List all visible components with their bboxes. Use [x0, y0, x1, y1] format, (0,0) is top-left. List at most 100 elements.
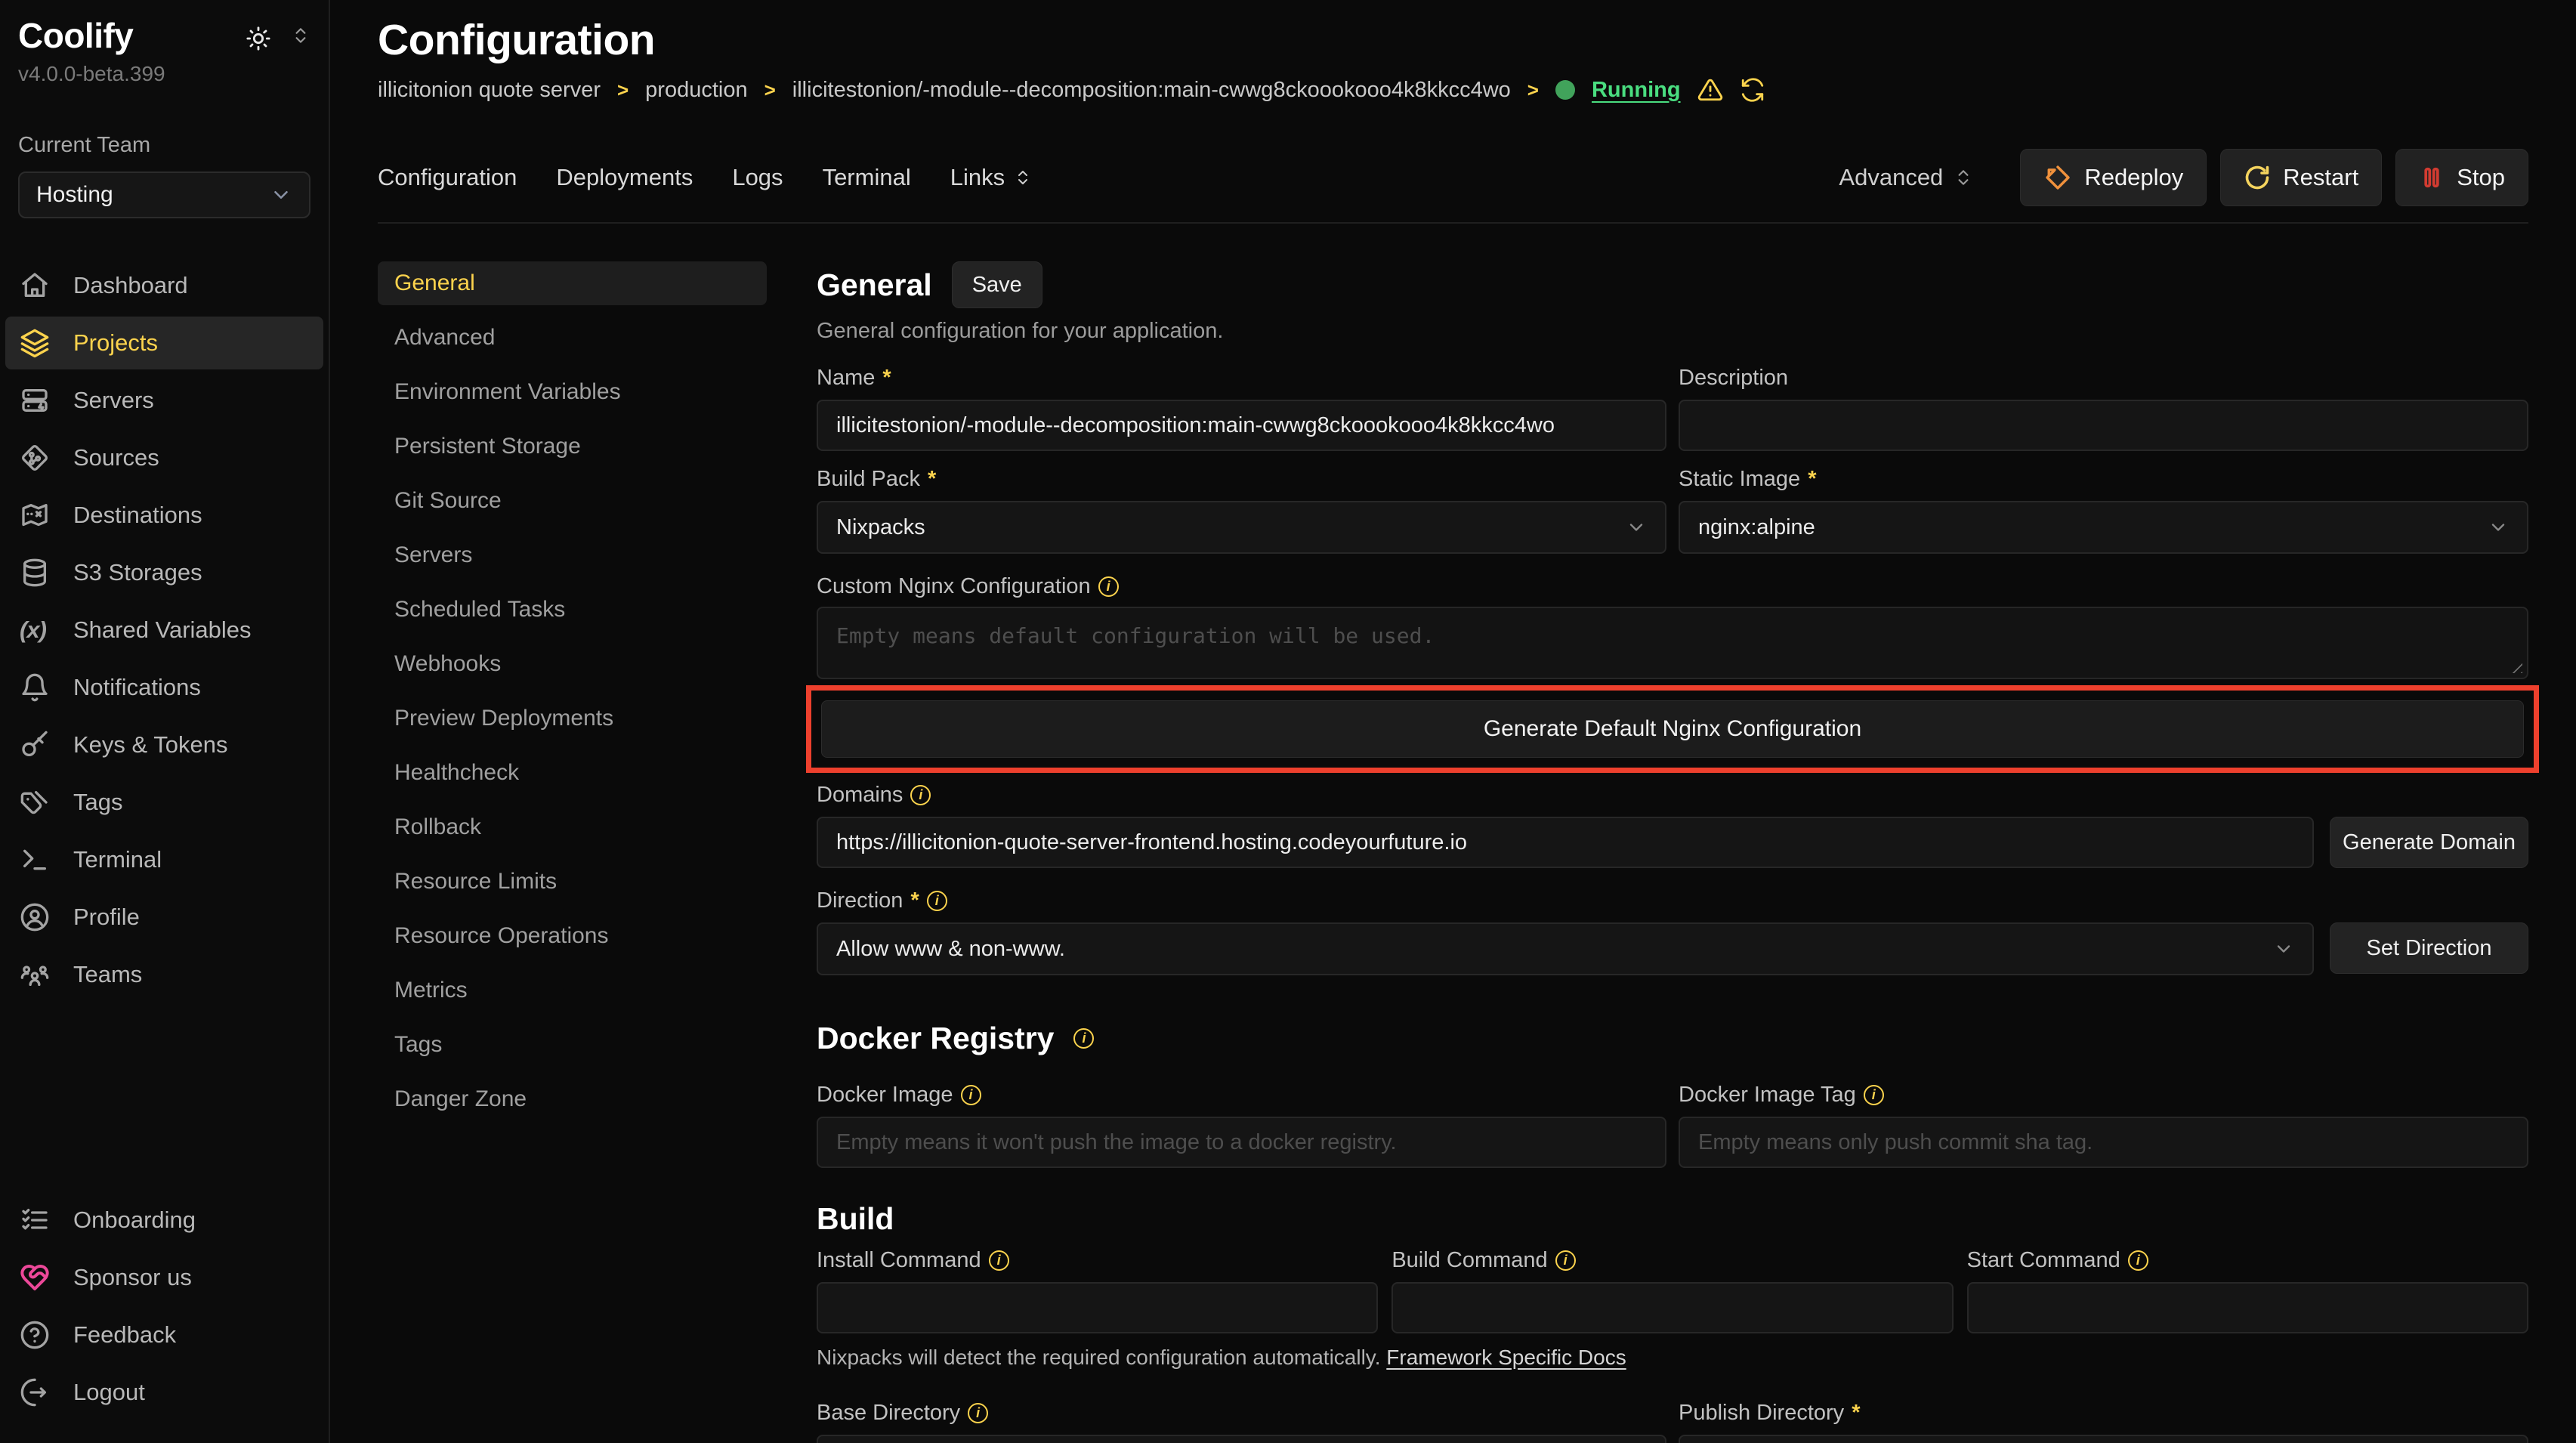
team-select-value: Hosting: [36, 182, 113, 208]
breadcrumb-project[interactable]: illicitonion quote server: [378, 78, 601, 103]
section-subtitle: General configuration for your applicati…: [817, 319, 2528, 344]
sidebar-item-destinations[interactable]: Destinations: [5, 489, 323, 542]
info-icon: i: [1555, 1250, 1576, 1271]
build-pack-select[interactable]: Nixpacks: [817, 501, 1666, 554]
main-panel: Configuration illicitonion quote server …: [330, 0, 2576, 1443]
sidebar-item-terminal[interactable]: Terminal: [5, 833, 323, 886]
subnav-rollback[interactable]: Rollback: [378, 805, 767, 849]
info-icon: i: [989, 1250, 1009, 1271]
static-image-select[interactable]: nginx:alpine: [1679, 501, 2528, 554]
docker-image-tag-label: Docker Image Tag: [1679, 1083, 1856, 1108]
generate-domain-button[interactable]: Generate Domain: [2330, 817, 2528, 868]
subnav-persistent-storage[interactable]: Persistent Storage: [378, 425, 767, 468]
user-circle-icon: [20, 902, 50, 932]
subnav-webhooks[interactable]: Webhooks: [378, 642, 767, 686]
tab-terminal[interactable]: Terminal: [823, 164, 911, 191]
sidebar-item-sponsor[interactable]: Sponsor us: [5, 1251, 325, 1304]
subnav-resource-limits[interactable]: Resource Limits: [378, 860, 767, 904]
subnav-resource-operations[interactable]: Resource Operations: [378, 914, 767, 958]
name-input[interactable]: [817, 400, 1666, 451]
docker-image-input[interactable]: [817, 1117, 1666, 1168]
subnav-git-source[interactable]: Git Source: [378, 479, 767, 523]
subnav-general[interactable]: General: [378, 261, 767, 305]
instance-switcher-icon[interactable]: [291, 26, 310, 51]
nginx-config-textarea[interactable]: [817, 607, 2528, 679]
help-circle-icon: [20, 1320, 50, 1350]
start-command-input[interactable]: [1967, 1282, 2528, 1333]
status-badge[interactable]: Running: [1592, 78, 1681, 103]
sidebar-nav: Dashboard Projects Servers Sources Desti…: [0, 259, 329, 1001]
sidebar-item-onboarding[interactable]: Onboarding: [5, 1194, 325, 1247]
base-directory-input[interactable]: [817, 1435, 1666, 1443]
tab-configuration[interactable]: Configuration: [378, 164, 517, 191]
breadcrumb-resource[interactable]: illicitestonion/-module--decomposition:m…: [792, 78, 1511, 103]
chevron-right-icon: >: [764, 79, 776, 102]
tab-deployments[interactable]: Deployments: [556, 164, 693, 191]
build-pack-value: Nixpacks: [836, 515, 1626, 540]
info-icon: i: [1864, 1085, 1884, 1105]
subnav-danger-zone[interactable]: Danger Zone: [378, 1077, 767, 1121]
sidebar-item-servers[interactable]: Servers: [5, 374, 323, 427]
sidebar-item-label: Dashboard: [73, 272, 188, 299]
generate-nginx-config-button[interactable]: Generate Default Nginx Configuration: [821, 700, 2524, 758]
subnav-preview-deployments[interactable]: Preview Deployments: [378, 697, 767, 740]
sidebar-item-projects[interactable]: Projects: [5, 317, 323, 369]
direction-select[interactable]: Allow www & non-www.: [817, 922, 2314, 975]
redeploy-button[interactable]: Redeploy: [2020, 149, 2207, 206]
general-form: General Save General configuration for y…: [817, 261, 2528, 1443]
sidebar-item-sources[interactable]: Sources: [5, 431, 323, 484]
heart-handshake-icon: [20, 1262, 50, 1293]
set-direction-button[interactable]: Set Direction: [2330, 922, 2528, 974]
bell-icon: [20, 672, 50, 703]
git-source-icon: [20, 443, 50, 473]
subnav-environment-variables[interactable]: Environment Variables: [378, 370, 767, 414]
subnav-scheduled-tasks[interactable]: Scheduled Tasks: [378, 588, 767, 632]
stop-button[interactable]: Stop: [2395, 149, 2528, 206]
page-title: Configuration: [378, 15, 2528, 65]
tab-links[interactable]: Links: [950, 164, 1032, 191]
sidebar-item-teams[interactable]: Teams: [5, 948, 323, 1001]
sidebar-item-logout[interactable]: Logout: [5, 1366, 325, 1419]
framework-docs-link[interactable]: Framework Specific Docs: [1386, 1346, 1626, 1369]
subnav-metrics[interactable]: Metrics: [378, 969, 767, 1012]
sidebar-item-dashboard[interactable]: Dashboard: [5, 259, 323, 312]
restart-button[interactable]: Restart: [2220, 149, 2382, 206]
subnav-tags[interactable]: Tags: [378, 1023, 767, 1067]
sidebar-item-label: Keys & Tokens: [73, 731, 227, 759]
sidebar-item-tags[interactable]: Tags: [5, 776, 323, 829]
refresh-icon[interactable]: [1740, 77, 1765, 103]
tab-links-label: Links: [950, 164, 1005, 191]
sidebar-item-notifications[interactable]: Notifications: [5, 661, 323, 714]
advanced-dropdown[interactable]: Advanced: [1839, 164, 1973, 191]
advanced-label: Advanced: [1839, 164, 1943, 191]
subnav-advanced[interactable]: Advanced: [378, 316, 767, 360]
sidebar-item-shared-variables[interactable]: (x) Shared Variables: [5, 604, 323, 657]
tab-logs[interactable]: Logs: [732, 164, 783, 191]
breadcrumb-environment[interactable]: production: [645, 78, 747, 103]
nixpacks-note: Nixpacks will detect the required config…: [817, 1346, 2528, 1370]
install-command-input[interactable]: [817, 1282, 1378, 1333]
build-command-input[interactable]: [1391, 1282, 1953, 1333]
description-input[interactable]: [1679, 400, 2528, 451]
sidebar-item-keys-tokens[interactable]: Keys & Tokens: [5, 718, 323, 771]
domains-label: Domains: [817, 783, 903, 808]
sidebar-item-label: Sponsor us: [73, 1264, 192, 1291]
nginx-config-label: Custom Nginx Configuration: [817, 574, 1091, 599]
sidebar-item-label: Notifications: [73, 674, 201, 701]
subnav-healthcheck[interactable]: Healthcheck: [378, 751, 767, 795]
team-select[interactable]: Hosting: [18, 171, 310, 218]
sidebar: Coolify v4.0.0-beta.399 Current Team Hos…: [0, 0, 330, 1443]
publish-directory-input[interactable]: [1679, 1435, 2528, 1443]
save-button[interactable]: Save: [952, 261, 1042, 308]
chevron-right-icon: >: [617, 79, 629, 102]
build-pack-label: Build Pack: [817, 467, 920, 492]
domains-input[interactable]: [817, 817, 2314, 868]
subnav-servers[interactable]: Servers: [378, 533, 767, 577]
warning-triangle-icon[interactable]: [1697, 77, 1723, 103]
sidebar-item-feedback[interactable]: Feedback: [5, 1309, 325, 1361]
theme-sun-icon[interactable]: [246, 26, 271, 51]
sidebar-item-profile[interactable]: Profile: [5, 891, 323, 944]
publish-directory-label: Publish Directory: [1679, 1401, 1844, 1426]
docker-image-tag-input[interactable]: [1679, 1117, 2528, 1168]
sidebar-item-s3-storages[interactable]: S3 Storages: [5, 546, 323, 599]
